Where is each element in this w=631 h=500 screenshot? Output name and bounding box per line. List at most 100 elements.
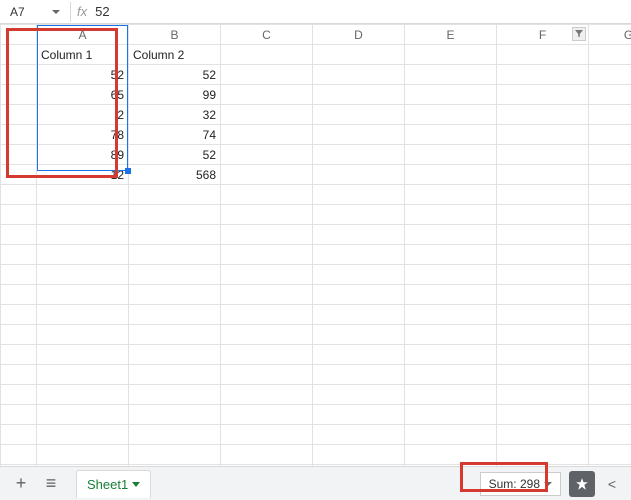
cell[interactable] [405, 205, 497, 225]
cell[interactable] [221, 285, 313, 305]
cell[interactable] [221, 265, 313, 285]
all-sheets-button[interactable]: ≡ [38, 471, 64, 497]
row-header[interactable] [1, 165, 37, 185]
cell[interactable] [221, 445, 313, 465]
cell[interactable] [497, 445, 589, 465]
cell[interactable] [497, 385, 589, 405]
row-header[interactable] [1, 385, 37, 405]
cell[interactable] [405, 225, 497, 245]
cell[interactable] [405, 65, 497, 85]
row-header[interactable] [1, 245, 37, 265]
quick-sum-box[interactable]: Sum: 298 [480, 472, 561, 496]
row-header[interactable] [1, 85, 37, 105]
row-header[interactable] [1, 305, 37, 325]
cell[interactable] [405, 45, 497, 65]
cell[interactable] [405, 365, 497, 385]
row-header[interactable] [1, 45, 37, 65]
cell[interactable] [221, 185, 313, 205]
row-header[interactable] [1, 65, 37, 85]
row-header[interactable] [1, 105, 37, 125]
cell[interactable] [405, 345, 497, 365]
cell[interactable] [313, 425, 405, 445]
cell[interactable] [497, 285, 589, 305]
cell[interactable] [589, 145, 631, 165]
cell[interactable] [497, 85, 589, 105]
cell[interactable] [37, 325, 129, 345]
cell[interactable] [313, 445, 405, 465]
col-header-b[interactable]: B [129, 25, 221, 45]
cell[interactable] [405, 165, 497, 185]
cell[interactable] [497, 265, 589, 285]
cell[interactable] [497, 105, 589, 125]
sheet-tab-active[interactable]: Sheet1 [76, 470, 151, 498]
cell[interactable] [313, 345, 405, 365]
row-header[interactable] [1, 445, 37, 465]
cell[interactable] [37, 245, 129, 265]
cell[interactable] [313, 125, 405, 145]
cell[interactable] [497, 65, 589, 85]
cell[interactable] [129, 225, 221, 245]
cell[interactable] [405, 185, 497, 205]
cell[interactable] [313, 225, 405, 245]
cell[interactable] [129, 405, 221, 425]
col-header-c[interactable]: C [221, 25, 313, 45]
formula-input[interactable]: 52 [95, 4, 631, 19]
cell[interactable]: 32 [129, 105, 221, 125]
cell[interactable] [37, 185, 129, 205]
row-header[interactable] [1, 365, 37, 385]
cell[interactable] [37, 345, 129, 365]
side-panel-toggle[interactable]: < [601, 471, 623, 497]
selection-handle[interactable] [125, 168, 131, 174]
cell[interactable] [37, 225, 129, 245]
cell[interactable] [313, 325, 405, 345]
cell[interactable] [497, 145, 589, 165]
cell[interactable] [405, 425, 497, 445]
cell[interactable] [221, 45, 313, 65]
fx-icon[interactable]: fx [77, 4, 87, 19]
row-header[interactable] [1, 425, 37, 445]
cell[interactable] [589, 245, 631, 265]
cell[interactable] [313, 185, 405, 205]
cell[interactable] [589, 385, 631, 405]
spreadsheet-grid[interactable]: A B C D E F G Column 1Column 25252659923… [0, 24, 631, 466]
cell[interactable] [589, 105, 631, 125]
cell[interactable] [37, 265, 129, 285]
row-header[interactable] [1, 345, 37, 365]
cell[interactable] [129, 425, 221, 445]
cell[interactable] [221, 325, 313, 345]
cell[interactable] [497, 45, 589, 65]
row-header[interactable] [1, 325, 37, 345]
name-box[interactable]: A7 [6, 2, 64, 22]
cell[interactable] [405, 445, 497, 465]
cell[interactable] [313, 165, 405, 185]
row-header[interactable] [1, 185, 37, 205]
cell[interactable] [497, 205, 589, 225]
cell[interactable] [313, 45, 405, 65]
cell[interactable] [37, 385, 129, 405]
cell[interactable] [589, 165, 631, 185]
cell[interactable]: 52 [129, 65, 221, 85]
cell[interactable] [37, 205, 129, 225]
row-header[interactable] [1, 205, 37, 225]
cell[interactable] [497, 425, 589, 445]
col-header-a[interactable]: A [37, 25, 129, 45]
cell[interactable] [589, 205, 631, 225]
cell[interactable] [129, 365, 221, 385]
cell[interactable] [589, 225, 631, 245]
cell[interactable] [589, 325, 631, 345]
cell[interactable] [589, 125, 631, 145]
cell[interactable] [221, 405, 313, 425]
cell[interactable] [221, 245, 313, 265]
cell[interactable] [129, 345, 221, 365]
cell[interactable] [589, 425, 631, 445]
cell[interactable] [37, 425, 129, 445]
cell[interactable] [313, 285, 405, 305]
cell[interactable] [313, 305, 405, 325]
cell[interactable] [497, 225, 589, 245]
cell[interactable] [405, 405, 497, 425]
cell[interactable] [405, 85, 497, 105]
cell[interactable] [405, 385, 497, 405]
row-header[interactable] [1, 405, 37, 425]
cell[interactable] [129, 285, 221, 305]
col-header-e[interactable]: E [405, 25, 497, 45]
